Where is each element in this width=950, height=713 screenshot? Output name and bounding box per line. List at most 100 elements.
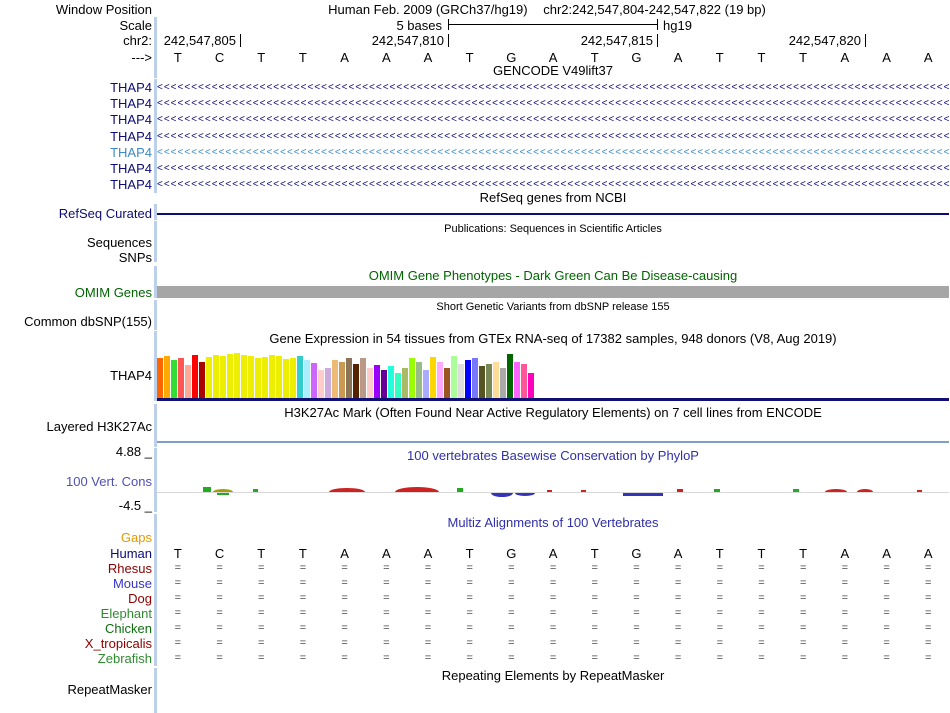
gencode-transcript-label[interactable]: THAP4 bbox=[0, 112, 152, 127]
gencode-transcript-label[interactable]: THAP4 bbox=[0, 161, 152, 176]
species-label-dog[interactable]: Dog bbox=[0, 591, 152, 606]
gencode-transcript-label[interactable]: THAP4 bbox=[0, 129, 152, 144]
gtex-tissue-bar[interactable] bbox=[493, 362, 499, 398]
gtex-tissue-bar[interactable] bbox=[346, 358, 352, 398]
species-label-chicken[interactable]: Chicken bbox=[0, 621, 152, 636]
gtex-tissue-bar[interactable] bbox=[178, 358, 184, 398]
gtex-tissue-bar[interactable] bbox=[206, 357, 212, 398]
gtex-tissue-bar[interactable] bbox=[514, 362, 520, 398]
gtex-tissue-bar[interactable] bbox=[353, 364, 359, 398]
h3k27ac-label[interactable]: Layered H3K27Ac bbox=[0, 419, 152, 434]
alignment-row-x_tropicalis[interactable]: = = = = = = = = = = = = = = = = = = = bbox=[157, 636, 949, 651]
gencode-transcript-label[interactable]: THAP4 bbox=[0, 80, 152, 95]
species-label-mouse[interactable]: Mouse bbox=[0, 576, 152, 591]
species-label-elephant[interactable]: Elephant bbox=[0, 606, 152, 621]
gtex-tissue-bar[interactable] bbox=[444, 368, 450, 398]
gtex-tissue-bar[interactable] bbox=[255, 358, 261, 398]
gtex-gene-label[interactable]: THAP4 bbox=[0, 368, 152, 383]
gtex-tissue-bar[interactable] bbox=[437, 362, 443, 398]
gtex-tissue-bar[interactable] bbox=[325, 368, 331, 398]
omim-genes-bar[interactable] bbox=[157, 286, 949, 298]
gencode-transcript-intron-arrows[interactable]: <<<<<<<<<<<<<<<<<<<<<<<<<<<<<<<<<<<<<<<<… bbox=[157, 177, 949, 192]
gtex-tissue-bar[interactable] bbox=[248, 356, 254, 398]
alignment-row-chicken[interactable]: = = = = = = = = = = = = = = = = = = = bbox=[157, 621, 949, 636]
phylop-wiggle[interactable] bbox=[157, 478, 949, 508]
gtex-tissue-bar[interactable] bbox=[465, 360, 471, 398]
gtex-tissue-bar[interactable] bbox=[276, 356, 282, 398]
gtex-tissue-bar[interactable] bbox=[157, 358, 163, 398]
gtex-tissue-bar[interactable] bbox=[528, 373, 534, 398]
alignment-row-zebrafish[interactable]: = = = = = = = = = = = = = = = = = = = bbox=[157, 651, 949, 666]
gtex-tissue-bar[interactable] bbox=[213, 355, 219, 398]
species-label-rhesus[interactable]: Rhesus bbox=[0, 561, 152, 576]
gencode-transcript-intron-arrows[interactable]: <<<<<<<<<<<<<<<<<<<<<<<<<<<<<<<<<<<<<<<<… bbox=[157, 80, 949, 95]
gtex-tissue-bar[interactable] bbox=[374, 365, 380, 398]
species-label-human[interactable]: Human bbox=[0, 546, 152, 561]
refseq-curated-label[interactable]: RefSeq Curated bbox=[0, 206, 152, 221]
gencode-transcript-label[interactable]: THAP4 bbox=[0, 96, 152, 111]
gtex-tissue-bar[interactable] bbox=[199, 362, 205, 398]
gtex-tissue-bar[interactable] bbox=[500, 368, 506, 398]
gencode-transcript-intron-arrows[interactable]: <<<<<<<<<<<<<<<<<<<<<<<<<<<<<<<<<<<<<<<<… bbox=[157, 161, 949, 176]
alignment-row-rhesus[interactable]: = = = = = = = = = = = = = = = = = = = bbox=[157, 561, 949, 576]
gtex-bar-chart[interactable] bbox=[157, 352, 949, 398]
species-label-x_tropicalis[interactable]: X_tropicalis bbox=[0, 636, 152, 651]
snps-label[interactable]: SNPs bbox=[0, 250, 152, 265]
gtex-tissue-bar[interactable] bbox=[423, 370, 429, 398]
gtex-tissue-bar[interactable] bbox=[220, 356, 226, 398]
gtex-tissue-bar[interactable] bbox=[269, 355, 275, 398]
gtex-tissue-bar[interactable] bbox=[430, 357, 436, 398]
gtex-tissue-bar[interactable] bbox=[283, 359, 289, 398]
alignment-row-dog[interactable]: = = = = = = = = = = = = = = = = = = = bbox=[157, 591, 949, 606]
human-alignment-row[interactable]: TCTTAAATGATGATTTAAA bbox=[157, 546, 949, 561]
gtex-tissue-bar[interactable] bbox=[227, 354, 233, 398]
omim-genes-label[interactable]: OMIM Genes bbox=[0, 285, 152, 300]
sequences-label[interactable]: Sequences bbox=[0, 235, 152, 250]
gtex-tissue-bar[interactable] bbox=[395, 373, 401, 398]
gtex-tissue-bar[interactable] bbox=[360, 358, 366, 398]
gtex-tissue-bar[interactable] bbox=[297, 356, 303, 398]
gencode-transcript-intron-arrows[interactable]: <<<<<<<<<<<<<<<<<<<<<<<<<<<<<<<<<<<<<<<<… bbox=[157, 112, 949, 127]
common-dbsnp-label[interactable]: Common dbSNP(155) bbox=[0, 314, 152, 329]
gtex-tissue-bar[interactable] bbox=[332, 360, 338, 398]
species-label-zebrafish[interactable]: Zebrafish bbox=[0, 651, 152, 666]
gtex-tissue-bar[interactable] bbox=[409, 358, 415, 398]
gencode-transcript-label[interactable]: THAP4 bbox=[0, 145, 152, 160]
gtex-tissue-bar[interactable] bbox=[234, 353, 240, 398]
h3k27ac-signal-line[interactable] bbox=[157, 441, 949, 443]
gtex-tissue-bar[interactable] bbox=[311, 363, 317, 398]
gtex-tissue-bar[interactable] bbox=[472, 358, 478, 398]
gtex-tissue-bar[interactable] bbox=[458, 364, 464, 398]
track-handle-refseq[interactable] bbox=[154, 204, 157, 220]
gtex-tissue-bar[interactable] bbox=[416, 362, 422, 398]
gtex-tissue-bar[interactable] bbox=[521, 364, 527, 398]
gencode-transcript-intron-arrows[interactable]: <<<<<<<<<<<<<<<<<<<<<<<<<<<<<<<<<<<<<<<<… bbox=[157, 129, 949, 144]
conservation-track-label[interactable]: 100 Vert. Cons bbox=[0, 474, 152, 489]
gtex-tissue-bar[interactable] bbox=[241, 355, 247, 398]
alignment-row-mouse[interactable]: = = = = = = = = = = = = = = = = = = = bbox=[157, 576, 949, 591]
gtex-tissue-bar[interactable] bbox=[171, 360, 177, 398]
alignment-row-elephant[interactable]: = = = = = = = = = = = = = = = = = = = bbox=[157, 606, 949, 621]
gtex-tissue-bar[interactable] bbox=[507, 354, 513, 398]
gencode-transcript-intron-arrows[interactable]: <<<<<<<<<<<<<<<<<<<<<<<<<<<<<<<<<<<<<<<<… bbox=[157, 145, 949, 160]
gtex-tissue-bar[interactable] bbox=[185, 365, 191, 398]
gtex-tissue-bar[interactable] bbox=[262, 357, 268, 398]
gtex-tissue-bar[interactable] bbox=[192, 355, 198, 398]
gencode-transcript-label[interactable]: THAP4 bbox=[0, 177, 152, 192]
gtex-tissue-bar[interactable] bbox=[451, 356, 457, 398]
gtex-tissue-bar[interactable] bbox=[381, 370, 387, 398]
gtex-tissue-bar[interactable] bbox=[367, 368, 373, 398]
gtex-tissue-bar[interactable] bbox=[318, 370, 324, 398]
strand-label[interactable]: ---> bbox=[0, 50, 152, 65]
gtex-tissue-bar[interactable] bbox=[339, 362, 345, 398]
gtex-tissue-bar[interactable] bbox=[402, 368, 408, 398]
gtex-tissue-bar[interactable] bbox=[290, 358, 296, 398]
gtex-tissue-bar[interactable] bbox=[388, 366, 394, 398]
repeatmasker-label[interactable]: RepeatMasker bbox=[0, 682, 152, 697]
gtex-tissue-bar[interactable] bbox=[479, 366, 485, 398]
gtex-tissue-bar[interactable] bbox=[304, 360, 310, 398]
gencode-transcript-intron-arrows[interactable]: <<<<<<<<<<<<<<<<<<<<<<<<<<<<<<<<<<<<<<<<… bbox=[157, 96, 949, 111]
gtex-tissue-bar[interactable] bbox=[486, 364, 492, 398]
gtex-tissue-bar[interactable] bbox=[164, 356, 170, 398]
refseq-gene-bar[interactable] bbox=[157, 213, 949, 215]
